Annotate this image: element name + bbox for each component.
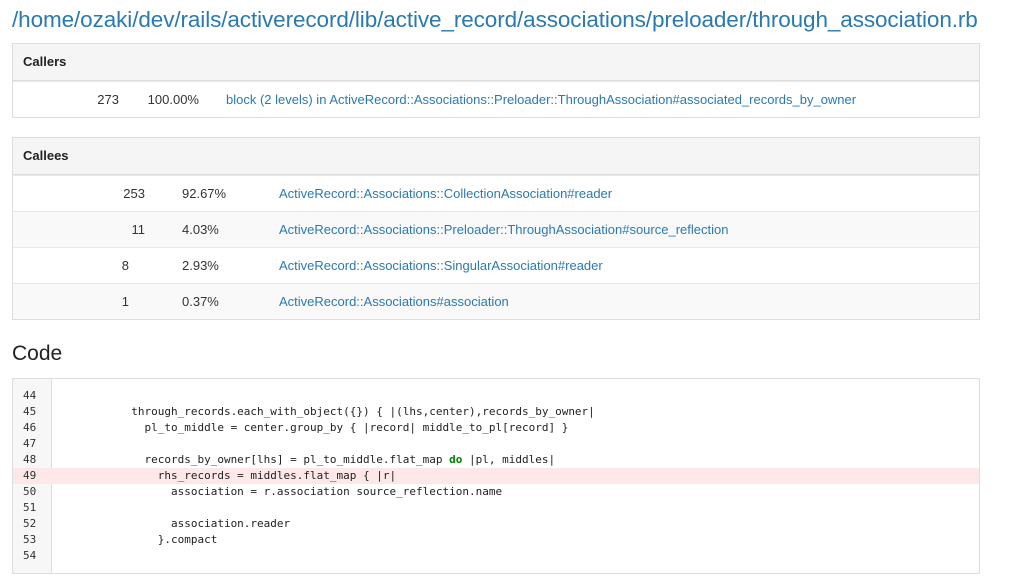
line-number: 53 bbox=[23, 533, 37, 546]
code-view: 44 45 through_records.each_with_object({}… bbox=[12, 378, 980, 574]
code-text: rhs_records = middles.flat_map { |r| bbox=[65, 469, 397, 482]
callee-percent: 0.37% bbox=[182, 294, 219, 309]
caller-percent: 100.00% bbox=[147, 92, 199, 107]
code-text: records_by_owner[lhs] = pl_to_middle.fla… bbox=[65, 453, 556, 466]
line-number: 46 bbox=[23, 421, 37, 434]
callee-row: 253 92.67% ActiveRecord::Associations::C… bbox=[13, 175, 979, 211]
caller-calls: 273 bbox=[97, 92, 119, 107]
code-heading: Code bbox=[12, 342, 63, 365]
code-text: through_records.each_with_object({}) { |… bbox=[65, 405, 595, 418]
callee-percent: 4.03% bbox=[182, 222, 219, 237]
callee-calls: 11 bbox=[131, 222, 146, 237]
callees-heading: Callees bbox=[13, 138, 979, 175]
callee-method-link[interactable]: ActiveRecord::Associations::SingularAsso… bbox=[279, 248, 603, 284]
callee-method-link[interactable]: ActiveRecord::Associations::Preloader::T… bbox=[279, 212, 728, 248]
callee-row: 11 4.03% ActiveRecord::Associations::Pre… bbox=[13, 211, 979, 247]
code-text: pl_to_middle = center.group_by { |record… bbox=[65, 421, 569, 434]
code-text: association = r.association source_refle… bbox=[65, 485, 503, 498]
line-number: 44 bbox=[23, 389, 37, 402]
callee-method-link[interactable]: ActiveRecord::Associations::CollectionAs… bbox=[279, 176, 612, 212]
code-line: 45 through_records.each_with_object({}) … bbox=[13, 404, 979, 420]
callee-percent: 2.93% bbox=[182, 258, 219, 273]
code-line: 47 bbox=[13, 436, 979, 452]
code-line: 52 association.reader bbox=[13, 516, 979, 532]
callee-calls: 1 bbox=[121, 294, 129, 309]
code-text: }.compact bbox=[65, 533, 218, 546]
callees-panel: Callees 253 92.67% ActiveRecord::Associa… bbox=[12, 137, 980, 320]
code-line: 50 association = r.association source_re… bbox=[13, 484, 979, 500]
caller-method-link[interactable]: block (2 levels) in ActiveRecord::Associ… bbox=[226, 82, 856, 118]
callee-calls: 253 bbox=[123, 186, 145, 201]
caller-row: 273 100.00% block (2 levels) in ActiveRe… bbox=[13, 81, 979, 117]
callee-percent: 92.67% bbox=[182, 186, 227, 201]
line-number: 48 bbox=[23, 453, 37, 466]
file-path-link[interactable]: /home/ozaki/dev/rails/activerecord/lib/a… bbox=[12, 6, 978, 34]
code-line: 46 pl_to_middle = center.group_by { |rec… bbox=[13, 420, 979, 436]
code-line: 51 bbox=[13, 500, 979, 516]
code-line: 54 bbox=[13, 548, 979, 564]
line-number: 45 bbox=[23, 405, 37, 418]
code-line: 48 records_by_owner[lhs] = pl_to_middle.… bbox=[13, 452, 979, 468]
keyword-token: do bbox=[449, 453, 463, 466]
code-line: 53 }.compact bbox=[13, 532, 979, 548]
callee-row: 1 0.37% ActiveRecord::Associations#assoc… bbox=[13, 283, 979, 319]
callers-heading: Callers bbox=[13, 44, 979, 81]
callee-method-link[interactable]: ActiveRecord::Associations#association bbox=[279, 284, 509, 320]
code-lines: 44 45 through_records.each_with_object({}… bbox=[13, 388, 979, 564]
callee-calls: 8 bbox=[121, 258, 129, 273]
code-line: 44 bbox=[13, 388, 979, 404]
line-number: 52 bbox=[23, 517, 37, 530]
line-number: 51 bbox=[23, 501, 37, 514]
code-line-highlighted: 49 rhs_records = middles.flat_map { |r| bbox=[13, 468, 979, 484]
line-number: 49 bbox=[13, 468, 51, 484]
line-number: 50 bbox=[23, 485, 37, 498]
line-number: 54 bbox=[23, 549, 37, 562]
callers-panel: Callers 273 100.00% block (2 levels) in … bbox=[12, 43, 980, 118]
callee-row: 8 2.93% ActiveRecord::Associations::Sing… bbox=[13, 247, 979, 283]
code-text: association.reader bbox=[65, 517, 291, 530]
line-number: 47 bbox=[23, 437, 37, 450]
